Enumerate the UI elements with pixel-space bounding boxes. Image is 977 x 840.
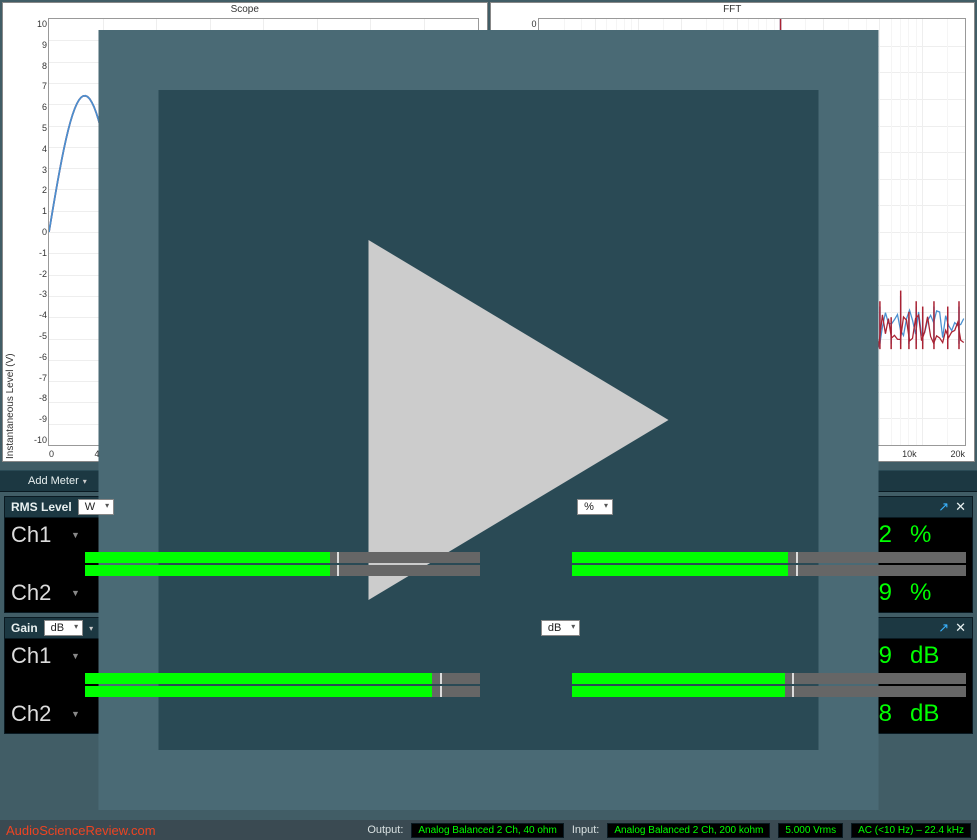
output-value[interactable]: Analog Balanced 2 Ch, 40 ohm: [411, 823, 563, 838]
input-value[interactable]: Analog Balanced 2 Ch, 200 kohm: [607, 823, 770, 838]
input-label: Input:: [572, 824, 600, 836]
meter-bar: [572, 552, 967, 563]
meter-bar: [572, 686, 967, 697]
meter-bar: [85, 673, 480, 684]
meter-unit-select[interactable]: W: [78, 499, 114, 515]
meter-bar: [572, 565, 967, 576]
play-icon: [215, 474, 229, 488]
meter-unit-select[interactable]: dB: [541, 620, 580, 636]
output-label: Output:: [367, 824, 403, 836]
filter-value[interactable]: AC (<10 Hz) – 22.4 kHz: [851, 823, 971, 838]
meter-bar: [85, 552, 480, 563]
ref-value[interactable]: 5.000 Vrms: [778, 823, 843, 838]
status-bar: AudioScienceReview.com Output: Analog Ba…: [0, 820, 977, 840]
watermark: AudioScienceReview.com: [6, 823, 156, 838]
regulate-button[interactable]: Regulate: [209, 472, 283, 490]
meter-bar: [572, 673, 967, 684]
meter-bar: [85, 565, 480, 576]
meter-bar: [85, 686, 480, 697]
meter-unit-select[interactable]: dB: [44, 620, 83, 636]
meter-unit-select[interactable]: %: [577, 499, 613, 515]
meter-toolbar: Add Meter ▾ Save Meter Data Regulate: [0, 470, 977, 492]
